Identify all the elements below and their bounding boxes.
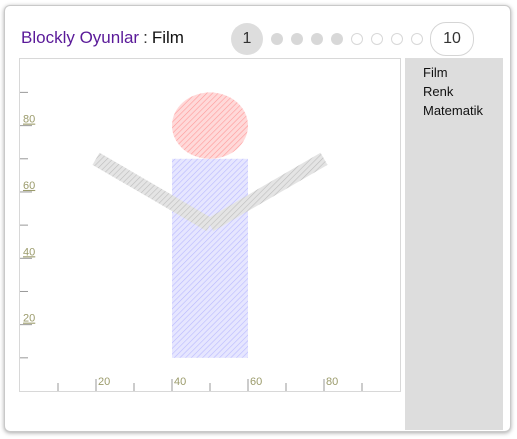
level-dot[interactable]: [351, 33, 363, 45]
game-window: Blockly Oyunlar : Film 1 10 80 60 40 20 20 40…: [4, 5, 511, 432]
toolbox-category-film[interactable]: Film: [405, 63, 503, 82]
header: Blockly Oyunlar : Film: [21, 24, 184, 52]
x-axis-label: 80: [326, 376, 338, 388]
level-dot[interactable]: [291, 33, 303, 45]
body-rectangle: [172, 158, 248, 358]
current-level-button[interactable]: 1: [231, 23, 263, 55]
level-dot[interactable]: [271, 33, 283, 45]
y-axis-label: 40: [23, 246, 35, 258]
drawing-canvas: 80 60 40 20 20 40 60 80: [19, 58, 401, 392]
level-dot[interactable]: [371, 33, 383, 45]
level-dots: [267, 33, 427, 45]
level-dot[interactable]: [331, 33, 343, 45]
y-axis-label: 20: [23, 313, 35, 325]
x-axis-label: 40: [174, 376, 186, 388]
level-name: Film: [151, 28, 184, 47]
shapes-layer: [92, 92, 328, 358]
level-progress: 1 10: [231, 22, 474, 56]
x-axis-label: 20: [98, 376, 110, 388]
canvas-svg: 80 60 40 20 20 40 60 80: [20, 91, 363, 391]
level-dot[interactable]: [311, 33, 323, 45]
y-axis-label: 60: [23, 180, 35, 192]
toolbox-category-matematik[interactable]: Matematik: [405, 101, 503, 120]
x-axis-label: 60: [250, 376, 262, 388]
app-title[interactable]: Blockly Oyunlar: [21, 28, 139, 48]
level-dot[interactable]: [411, 33, 423, 45]
toolbox-category-renk[interactable]: Renk: [405, 82, 503, 101]
head-circle: [172, 92, 248, 159]
y-axis-label: 80: [23, 114, 35, 126]
title-separator: :: [143, 28, 148, 47]
toolbox: Film Renk Matematik: [405, 58, 503, 430]
level-dot[interactable]: [391, 33, 403, 45]
last-level-button[interactable]: 10: [430, 22, 474, 56]
